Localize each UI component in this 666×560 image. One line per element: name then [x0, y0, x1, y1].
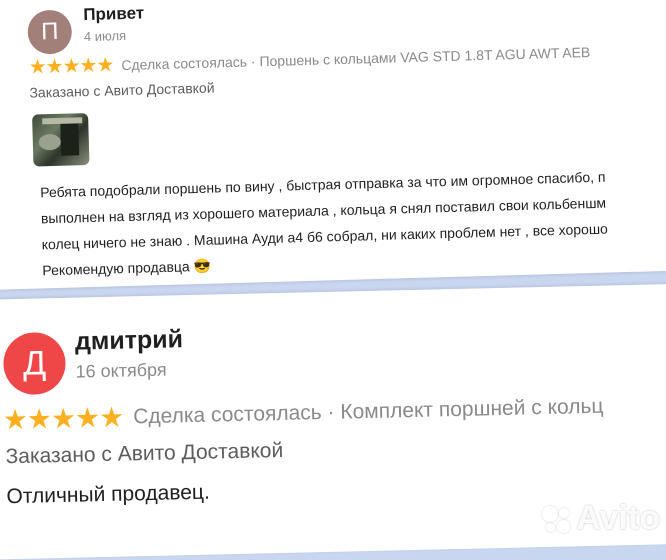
review-card-1: П Привет 4 июля ★★★★★ Сделка состоялась …	[0, 0, 666, 290]
avatar-letter: Д	[22, 343, 47, 383]
review-comment-line-1: Ребята подобрали поршень по вину , быстр…	[40, 168, 606, 201]
avatar-letter: П	[40, 17, 59, 46]
review-author[interactable]: Привет	[83, 3, 144, 25]
review-comment-line-3: колец ничего не знаю . Машина Ауди а4 б6…	[41, 220, 609, 253]
review-comment-line-2: выполнен на взгляд из хорошего материала…	[40, 194, 607, 227]
avatar: Д	[2, 331, 67, 396]
rating-stars: ★★★★★	[2, 401, 124, 436]
deal-row: ★★★★★ Сделка состоялась · Комплект поршн…	[2, 390, 603, 437]
review-comment-line-4: Рекомендую продавца 😎	[42, 257, 212, 279]
deal-status[interactable]: Сделка состоялась · Поршень с кольцами V…	[121, 43, 590, 72]
avito-watermark: Avito	[542, 499, 660, 538]
avito-logo-icon	[542, 504, 572, 534]
review-date: 4 июля	[83, 27, 127, 45]
review-author[interactable]: дмитрий	[75, 325, 184, 356]
watermark-text: Avito	[576, 499, 660, 537]
engine-photo-thumbnail[interactable]	[32, 113, 90, 167]
deal-row: ★★★★★ Сделка состоялась · Поршень с коль…	[28, 39, 590, 80]
review-comment: Отличный продавец.	[6, 480, 211, 509]
review-date: 16 октября	[75, 359, 167, 382]
deal-status[interactable]: Сделка состоялась · Комплект поршней с к…	[133, 394, 604, 429]
rating-stars: ★★★★★	[28, 54, 114, 79]
delivery-note: Заказано с Авито Доставкой	[5, 438, 284, 469]
avatar: П	[27, 9, 73, 55]
delivery-note: Заказано с Авито Доставкой	[29, 79, 215, 101]
